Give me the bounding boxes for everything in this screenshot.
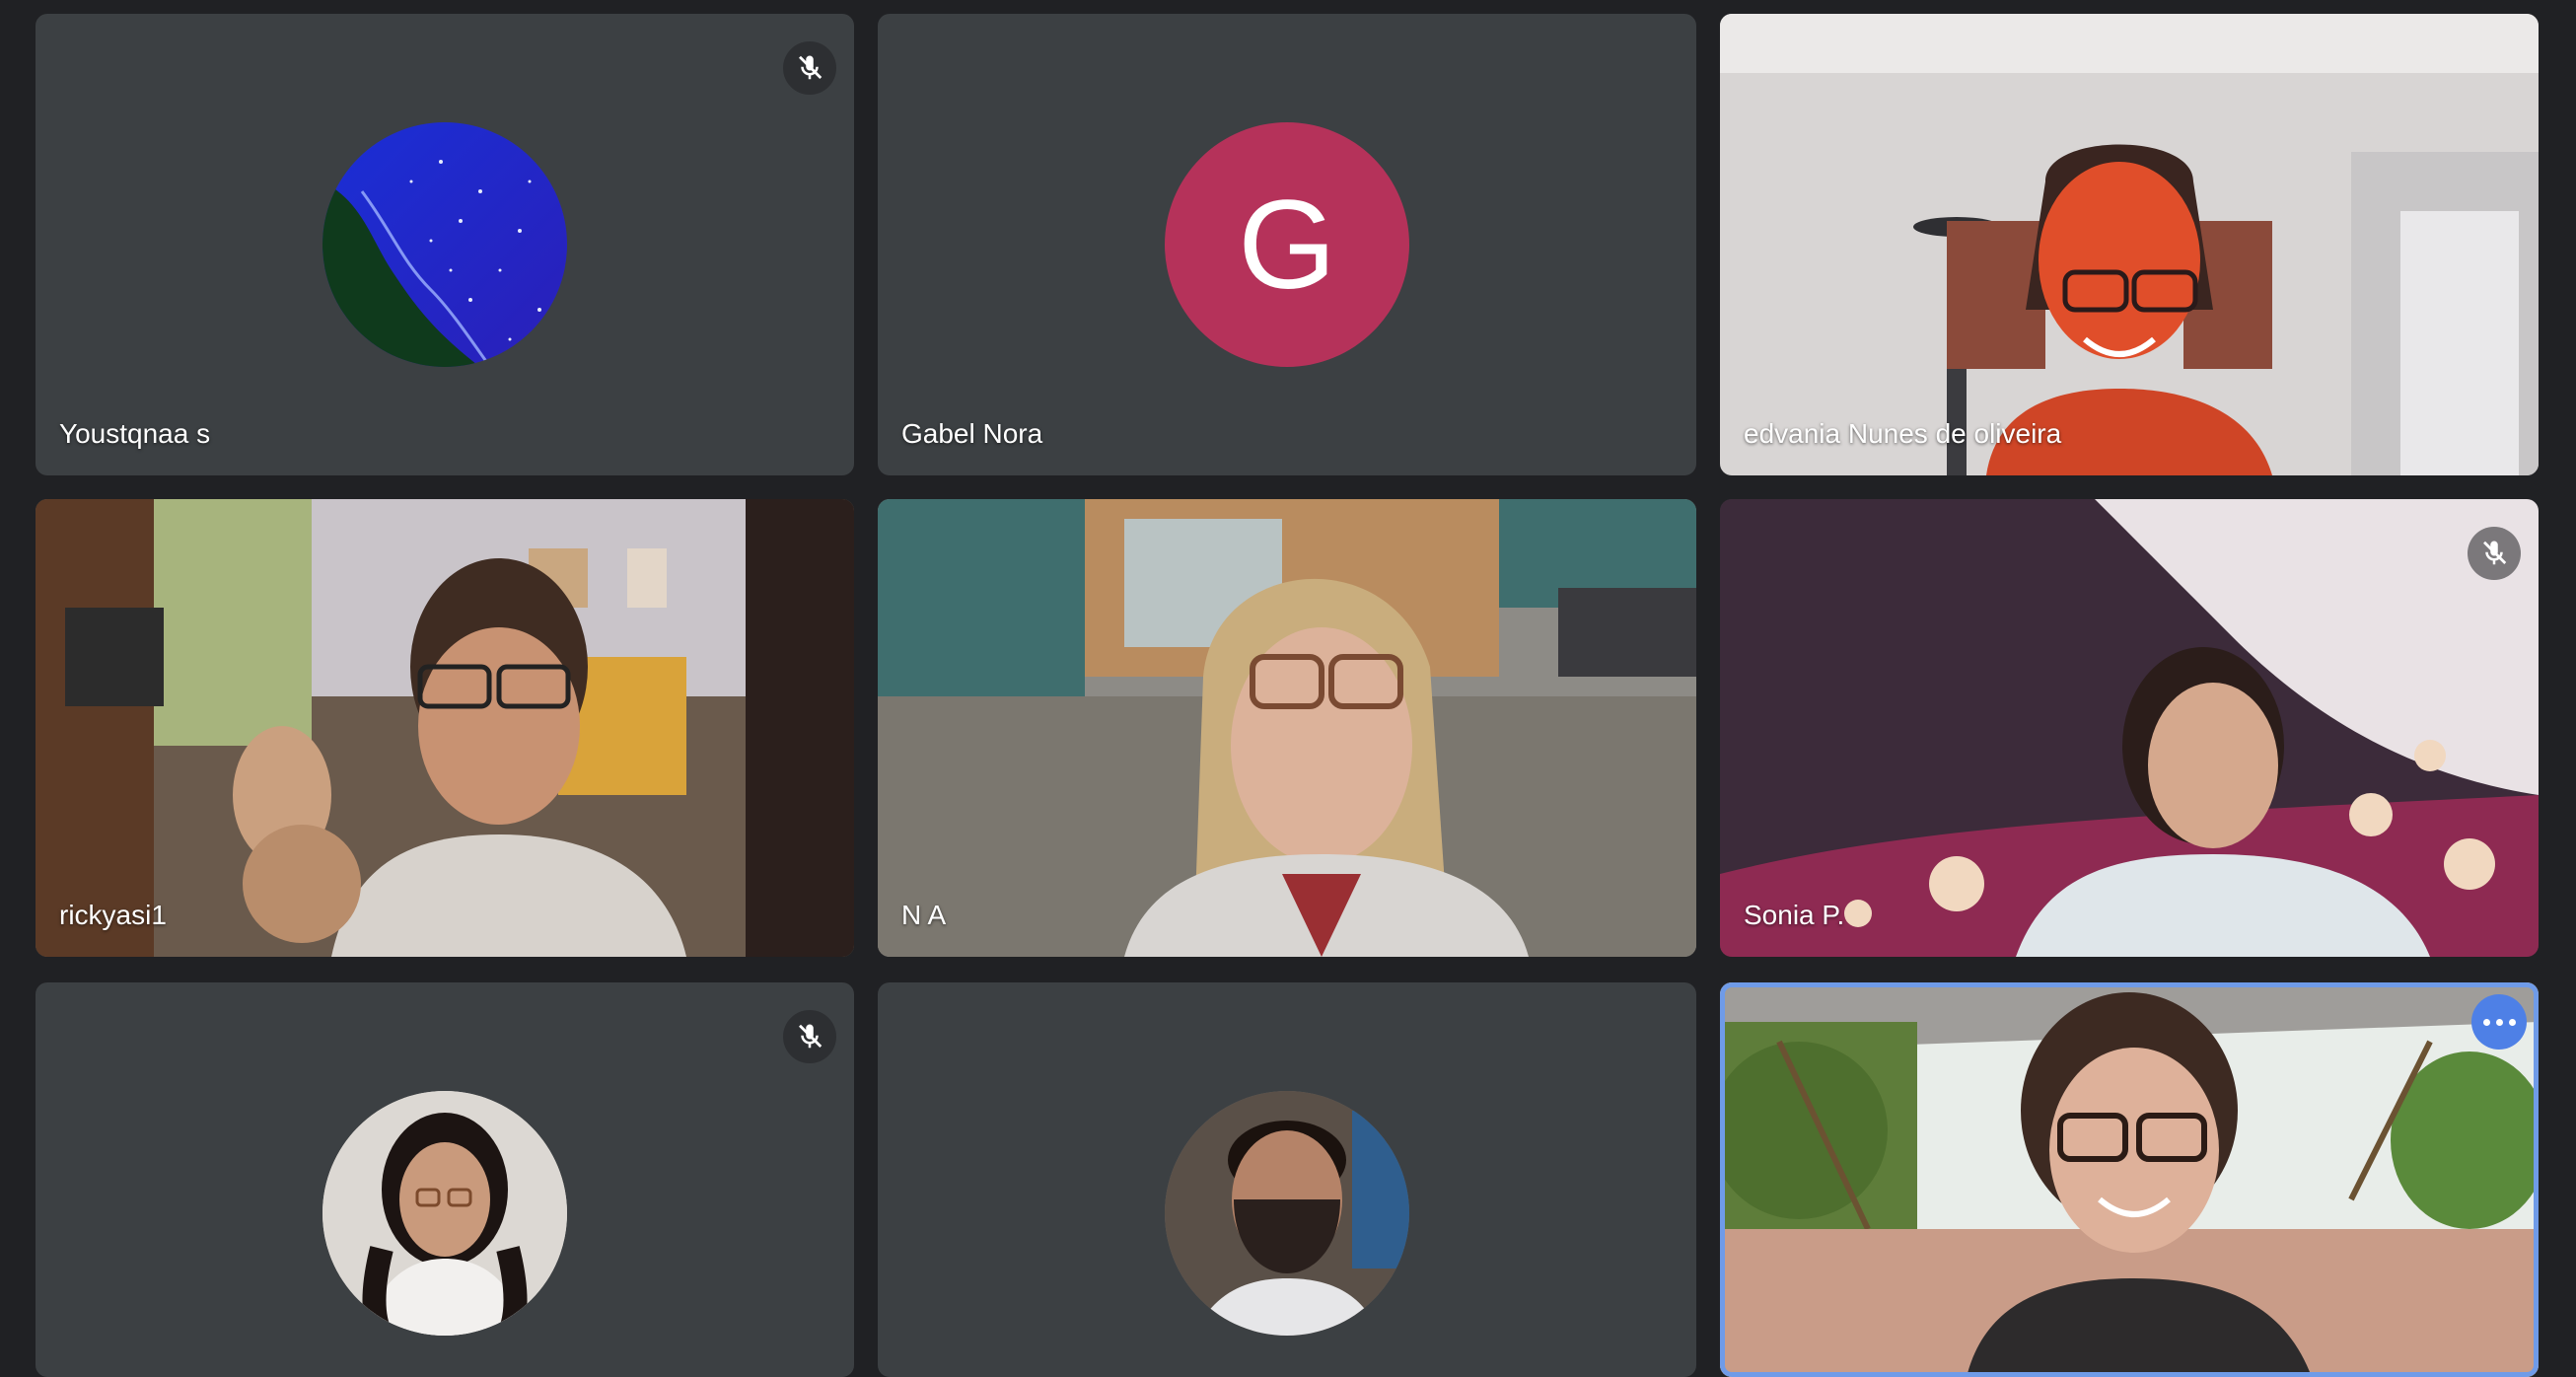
video-feed bbox=[878, 499, 1696, 957]
girl-photo bbox=[322, 1091, 567, 1336]
participant-tile[interactable]: Sonia P. bbox=[1720, 499, 2539, 957]
avatar bbox=[322, 1091, 567, 1336]
avatar bbox=[322, 122, 567, 367]
video-feed bbox=[1720, 499, 2539, 957]
participant-tile[interactable]: G Gabel Nora bbox=[878, 14, 1696, 475]
video-feed bbox=[1720, 982, 2539, 1377]
avatar: G bbox=[1165, 122, 1409, 367]
avatar bbox=[1165, 1091, 1409, 1336]
participant-tile[interactable]: Youstqnaa s bbox=[36, 14, 854, 475]
mic-off-icon bbox=[783, 41, 836, 95]
participant-tile[interactable] bbox=[1720, 982, 2539, 1377]
participant-name: N A bbox=[901, 900, 947, 930]
video-feed bbox=[36, 499, 854, 957]
meeting-grid: Youstqnaa s G Gabel Nora edvania Nunes d… bbox=[0, 0, 2576, 1377]
participant-name: Youstqnaa s bbox=[59, 418, 211, 449]
masked-man-photo bbox=[1165, 1091, 1409, 1336]
mic-off-icon bbox=[783, 1010, 836, 1063]
avatar-letter: G bbox=[1238, 174, 1336, 316]
video-feed bbox=[1720, 14, 2539, 475]
participant-tile[interactable]: rickyasi1 bbox=[36, 499, 854, 957]
mic-off-icon bbox=[2468, 527, 2521, 580]
participant-tile[interactable]: N A bbox=[878, 499, 1696, 957]
participant-tile[interactable]: edvania Nunes de oliveira bbox=[1720, 14, 2539, 475]
participant-tile[interactable] bbox=[878, 982, 1696, 1377]
participant-name: Sonia P. bbox=[1744, 900, 1845, 930]
participant-name: rickyasi1 bbox=[59, 900, 167, 930]
more-options-icon[interactable] bbox=[2471, 994, 2527, 1050]
participant-name: edvania Nunes de oliveira bbox=[1744, 418, 2062, 449]
participant-name: Gabel Nora bbox=[901, 418, 1043, 449]
participant-tile[interactable] bbox=[36, 982, 854, 1377]
night-sea-photo bbox=[322, 122, 567, 367]
